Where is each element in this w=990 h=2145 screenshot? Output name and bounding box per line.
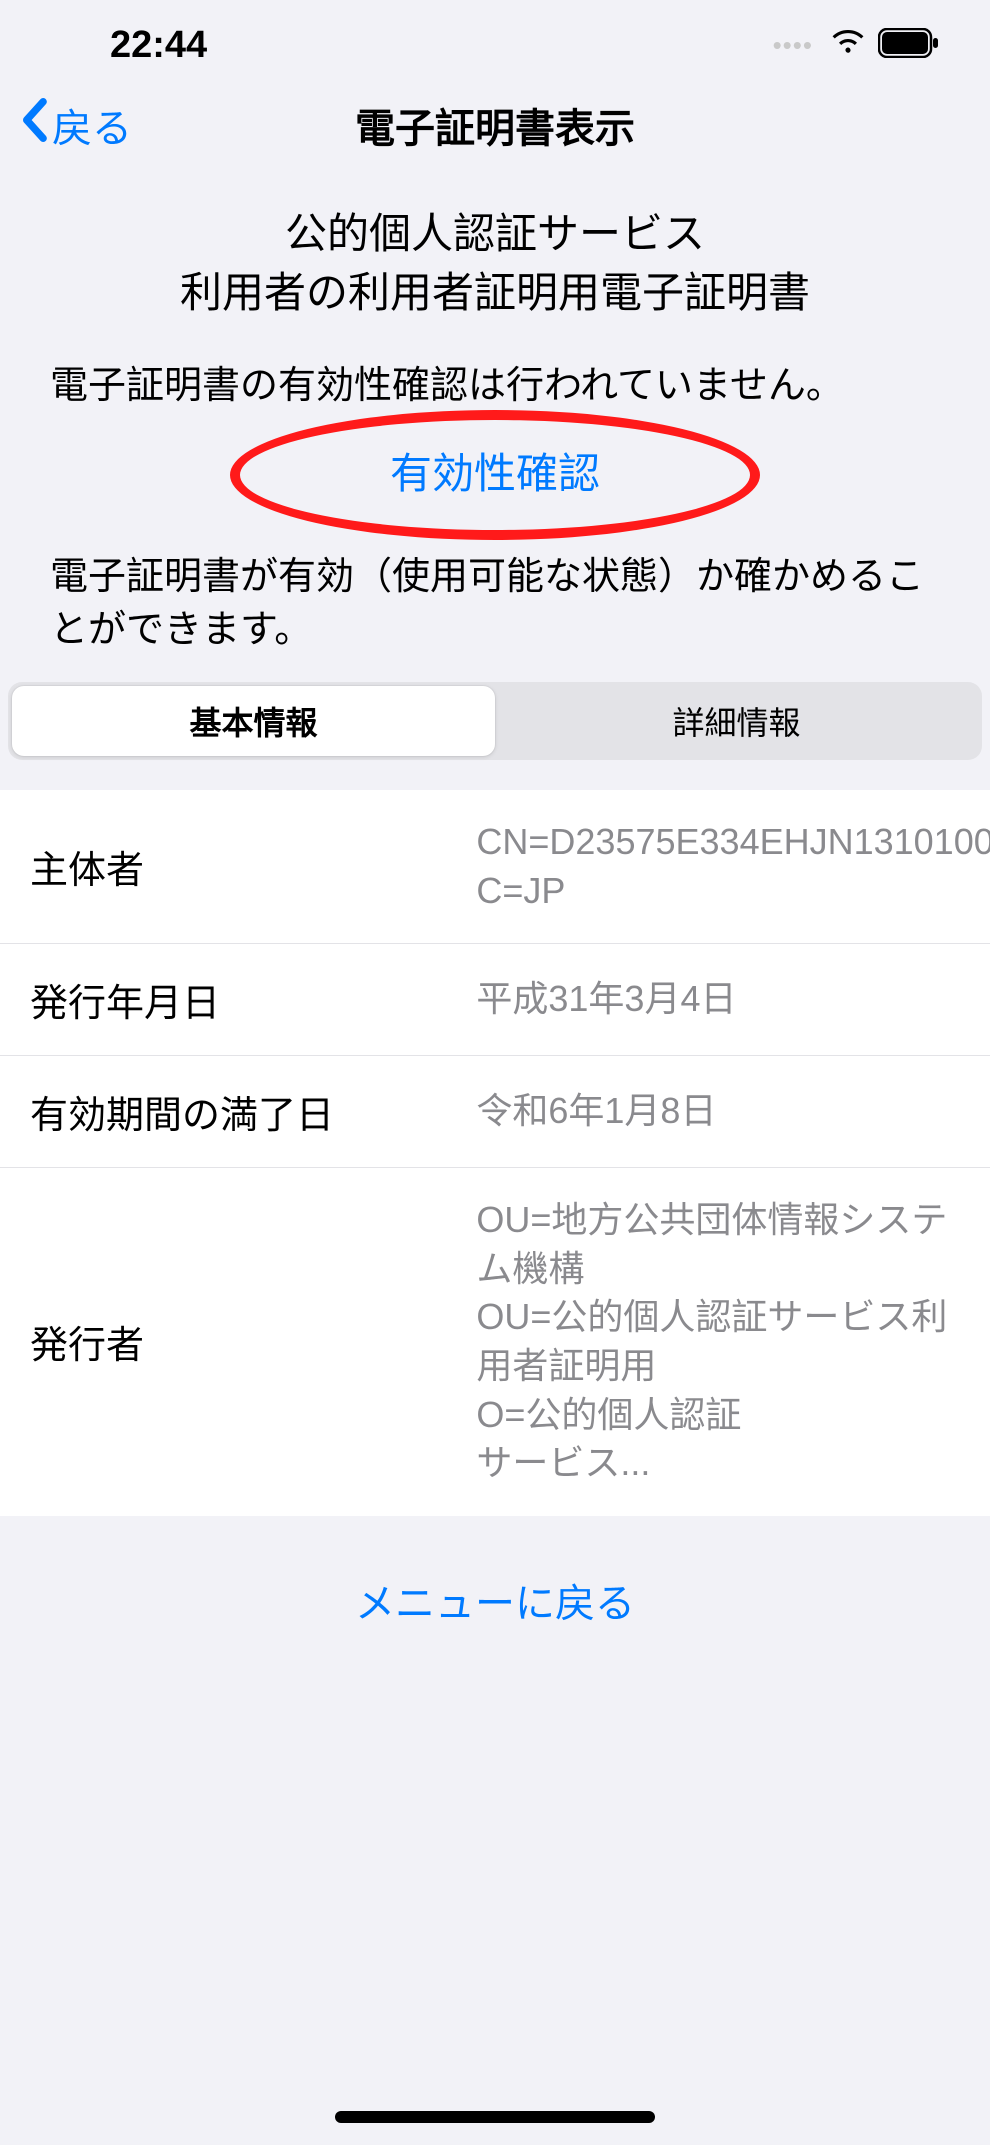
expiry-date-value: 令和6年1月8日 [476,1087,960,1136]
signal-dots-icon: •••• [773,30,813,61]
nav-bar: 戻る 電子証明書表示 [0,80,990,180]
issued-date-label: 発行年月日 [30,972,476,1027]
back-button[interactable]: 戻る [20,96,132,154]
wifi-icon [830,25,866,66]
subject-value: CN=D23575E334EHJN13101002B C=JP [476,818,990,915]
service-name-line2: 利用者の利用者証明用電子証明書 [40,264,950,323]
status-time: 22:44 [110,24,207,67]
return-to-menu-link[interactable]: メニューに戻る [0,1516,990,1684]
service-name-line1: 公的個人認証サービス [40,205,950,264]
table-row: 発行年月日 平成31年3月4日 [0,944,990,1056]
issuer-value: OU=地方公共団体情報システム機構 OU=公的個人認証サービス利用者証明用 O=… [476,1196,960,1488]
table-row: 有効期間の満了日 令和6年1月8日 [0,1056,990,1168]
status-right: •••• [773,25,940,66]
status-bar: 22:44 •••• [0,0,990,80]
service-header: 公的個人認証サービス 利用者の利用者証明用電子証明書 [0,180,990,323]
home-indicator[interactable] [335,2111,655,2123]
tab-detail-label: 詳細情報 [672,698,800,744]
tab-basic-info[interactable]: 基本情報 [12,686,495,756]
expiry-date-label: 有効期間の満了日 [30,1084,476,1139]
verify-wrap: 有効性確認 [0,440,990,501]
subject-label: 主体者 [30,839,476,894]
tab-basic-label: 基本情報 [189,698,317,744]
chevron-left-icon [20,98,48,152]
certificate-table: 主体者 CN=D23575E334EHJN13101002B C=JP 発行年月… [0,790,990,1516]
tab-detail-info[interactable]: 詳細情報 [495,686,978,756]
table-row: 主体者 CN=D23575E334EHJN13101002B C=JP [0,790,990,944]
issuer-label: 発行者 [30,1314,476,1369]
segmented-control: 基本情報 詳細情報 [8,682,982,760]
verify-description: 電子証明書が有効（使用可能な状態）か確かめることができます。 [0,521,990,682]
battery-icon [878,28,940,63]
page-title: 電子証明書表示 [355,96,635,154]
table-row: 発行者 OU=地方公共団体情報システム機構 OU=公的個人認証サービス利用者証明… [0,1168,990,1516]
back-label: 戻る [52,96,132,154]
validity-status-text: 電子証明書の有効性確認は行われていません。 [0,323,990,415]
issued-date-value: 平成31年3月4日 [476,975,960,1024]
verify-validity-link[interactable]: 有効性確認 [390,450,600,497]
